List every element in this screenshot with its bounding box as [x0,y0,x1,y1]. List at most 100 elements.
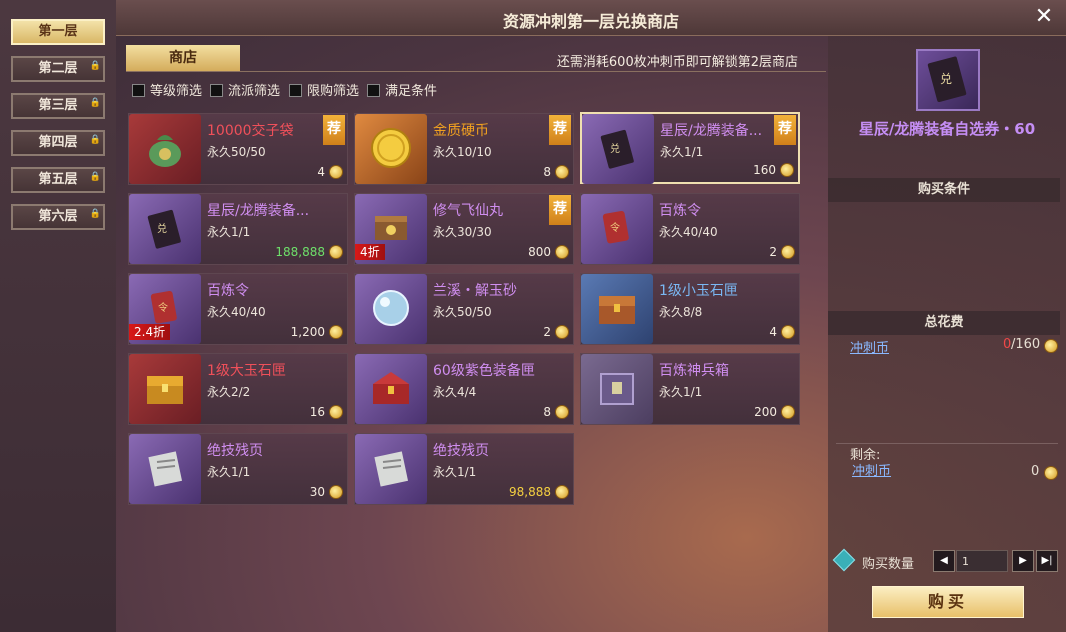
jade-chest-icon [581,274,653,344]
item-name: 星辰/龙腾装备... [207,203,310,219]
item-limit: 永久1/1 [207,225,251,239]
item-price: 30 [309,485,325,499]
shop-item-card[interactable]: 金质硬币 永久10/10 荐 8 [354,113,574,185]
lock-icon: 🔒 [89,61,101,71]
item-price: 2 [769,245,777,259]
shop-item-card[interactable]: 绝技残页 永久1/1 30 [128,433,348,505]
coin-icon [329,485,343,499]
item-limit: 永久30/30 [433,225,492,239]
filter-label: 满足条件 [385,84,438,99]
coin-icon [555,405,569,419]
item-limit: 永久4/4 [433,385,477,399]
floor-tab-label: 第四层 [38,135,78,150]
item-price: 200 [754,405,777,419]
floor-tab-3[interactable]: 第三层 🔒 [11,93,105,119]
floor-tab-1[interactable]: 第一层 [11,19,105,45]
item-name: 百炼令 [659,203,701,219]
tab-shop[interactable]: 商店 [126,45,240,71]
item-name: 星辰/龙腾装备... [660,123,763,139]
item-limit: 永久1/1 [659,385,703,399]
shop-item-card[interactable]: 兑 星辰/龙腾装备... 永久1/1 188,888 [128,193,348,265]
voucher-icon: 兑 [582,114,654,184]
floor-tab-2[interactable]: 第二层 🔒 [11,56,105,82]
weapon-box-icon [581,354,653,424]
item-limit: 永久8/8 [659,305,703,319]
shop-item-card[interactable]: 60级紫色装备匣 永久4/4 8 [354,353,574,425]
coin-icon [1044,466,1058,480]
floor-tab-5[interactable]: 第五层 🔒 [11,167,105,193]
shop-item-card[interactable]: 1级大玉石匣 永久2/2 16 [128,353,348,425]
title-bar: 资源冲刺第一层兑换商店 ✕ [116,0,1066,36]
item-price: 800 [528,245,551,259]
item-price: 8 [543,165,551,179]
lock-icon: 🔒 [89,98,101,108]
coin-icon [1044,339,1058,353]
item-name: 金质硬币 [433,123,489,139]
recommend-badge: 荐 [323,115,345,145]
item-name: 百炼令 [207,283,249,299]
token-icon: 令 [581,194,653,264]
item-limit: 永久2/2 [207,385,251,399]
jade-orb-icon [355,274,427,344]
floor-tab-label: 第二层 [38,61,78,76]
increase-button[interactable]: ▶ [1012,550,1034,572]
shop-item-card[interactable]: 令 百炼令 永久40/40 2 [580,193,800,265]
shop-item-card[interactable]: 百炼神兵箱 永久1/1 200 [580,353,800,425]
quantity-input[interactable] [956,550,1008,572]
coin-icon [781,245,795,259]
decrease-button[interactable]: ◀ [933,550,955,572]
shop-item-card[interactable]: 1级小玉石匣 永久8/8 4 [580,273,800,345]
checkbox[interactable] [132,84,145,97]
close-button[interactable]: ✕ [1032,5,1056,29]
filter-school[interactable]: 流派筛选 [210,84,280,100]
gold-coin-icon [355,114,427,184]
checkbox[interactable] [289,84,302,97]
floor-tab-4[interactable]: 第四层 🔒 [11,130,105,156]
window-title: 资源冲刺第一层兑换商店 [502,12,679,31]
equipment-chest-icon [355,354,427,424]
shop-item-card[interactable]: 兰溪・解玉砂 永久50/50 2 [354,273,574,345]
floor-tab-6[interactable]: 第六层 🔒 [11,204,105,230]
shop-item-card[interactable]: 令 百炼令 永久40/40 2.4折 1,200 [128,273,348,345]
item-name: 绝技残页 [433,443,489,459]
item-price: 4 [317,165,325,179]
item-limit: 永久1/1 [660,145,704,159]
voucher-icon: 兑 [129,194,201,264]
item-price: 1,200 [290,325,325,339]
currency-link[interactable]: 冲刺币 [850,337,889,356]
filter-label: 流派筛选 [228,84,281,99]
coin-icon [329,325,343,339]
svg-text:令: 令 [158,301,168,314]
floor-tab-label: 第一层 [38,24,78,39]
max-button[interactable]: ▶| [1036,550,1058,572]
item-price: 4 [769,325,777,339]
voucher-icon: 兑 [916,49,980,111]
recommend-badge: 荐 [549,195,571,225]
svg-text:兑: 兑 [940,72,952,86]
lock-icon: 🔒 [89,209,101,219]
recommend-badge: 荐 [549,115,571,145]
unlock-hint: 还需消耗600枚冲刺币即可解锁第2层商店 [556,55,798,70]
svg-text:兑: 兑 [157,222,167,235]
buy-button[interactable]: 购买 [872,586,1024,618]
shop-item-card[interactable]: 10000交子袋 永久50/50 荐 4 [128,113,348,185]
filter-limit[interactable]: 限购筛选 [289,84,359,100]
divider [126,71,826,72]
scroll-page-icon [129,434,201,504]
shop-item-card[interactable]: 绝技残页 永久1/1 98,888 [354,433,574,505]
item-name: 绝技残页 [207,443,263,459]
item-limit: 永久40/40 [207,305,266,319]
filter-meets[interactable]: 满足条件 [367,84,437,100]
remain-currency-link[interactable]: 冲刺币 [852,460,891,479]
item-price: 98,888 [509,485,551,499]
coin-icon [329,165,343,179]
checkbox[interactable] [210,84,223,97]
item-limit: 永久1/1 [433,465,477,479]
filter-label: 等级筛选 [150,84,203,99]
item-name: 10000交子袋 [207,123,294,139]
shop-item-card-selected[interactable]: 兑 星辰/龙腾装备... 永久1/1 荐 160 [580,112,800,184]
checkbox[interactable] [367,84,380,97]
shop-item-card[interactable]: 修气飞仙丸 永久30/30 荐 4折 800 [354,193,574,265]
filter-level[interactable]: 等级筛选 [132,84,202,100]
item-price: 188,888 [275,245,325,259]
